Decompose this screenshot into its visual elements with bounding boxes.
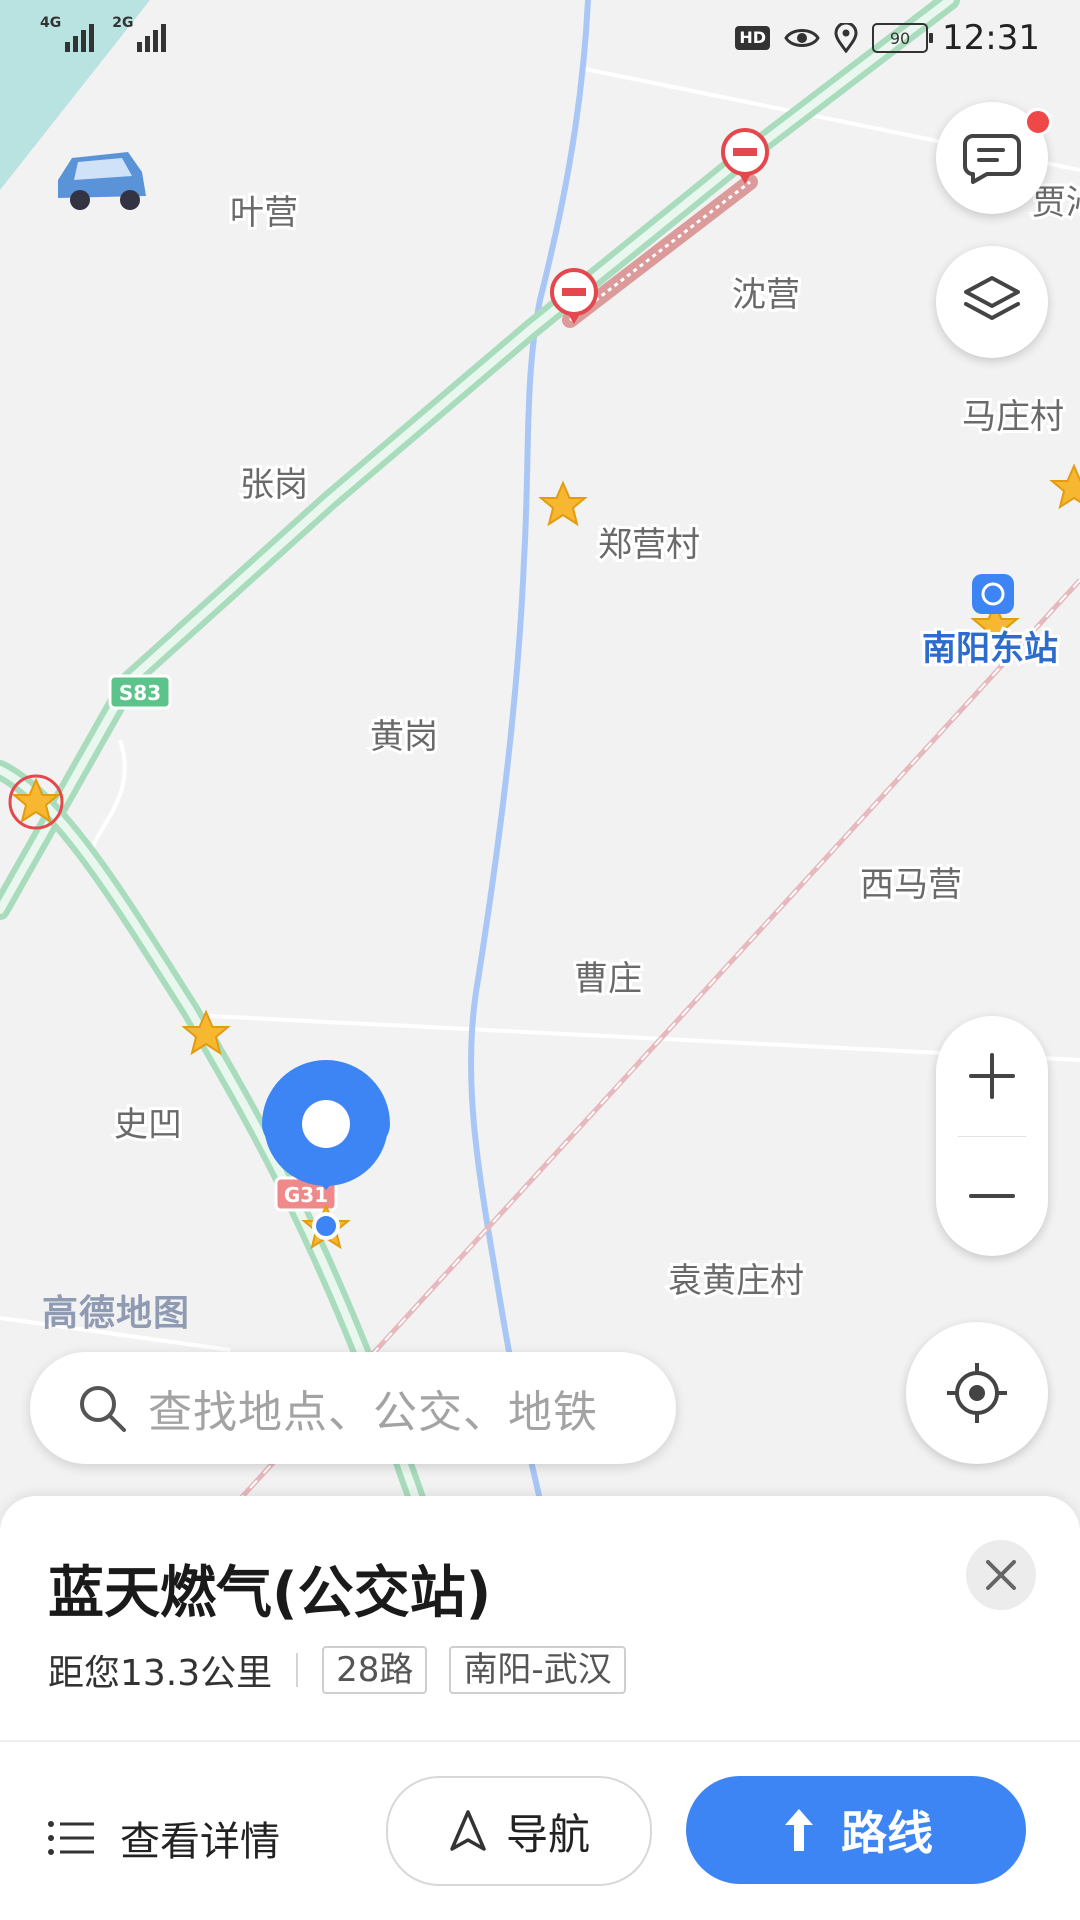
place-label: 袁黄庄村 bbox=[668, 1261, 804, 1301]
hd-icon: HD bbox=[735, 26, 771, 50]
signal-bars-icon bbox=[65, 24, 95, 52]
search-icon bbox=[80, 1386, 126, 1432]
list-icon bbox=[48, 1821, 94, 1855]
navigate-label: 导航 bbox=[505, 1809, 590, 1859]
place-label: 叶营 bbox=[230, 193, 298, 233]
route-arrow-icon bbox=[785, 1809, 813, 1851]
location-status-icon bbox=[834, 23, 858, 53]
place-label: 史凹 bbox=[114, 1105, 182, 1145]
station-label[interactable]: 南阳东站 bbox=[919, 626, 1061, 672]
route-button[interactable]: 路线 bbox=[686, 1776, 1026, 1884]
signal-2g: 2G bbox=[112, 15, 167, 52]
place-label: 沈营 bbox=[732, 275, 800, 315]
place-label: 西马营 bbox=[860, 865, 962, 905]
signal-bars-icon bbox=[137, 24, 167, 52]
network-type-label: 2G bbox=[112, 15, 134, 31]
plus-icon bbox=[969, 1053, 1015, 1099]
place-label: 贾沁 bbox=[1032, 183, 1080, 223]
search-bar[interactable]: 查找地点、公交、地铁 bbox=[30, 1352, 676, 1464]
poi-title: 蓝天燃气(公交站) bbox=[48, 1561, 492, 1626]
message-icon bbox=[963, 134, 1021, 184]
zoom-in-button[interactable] bbox=[936, 1016, 1048, 1136]
poi-distance: 距您13.3公里 bbox=[48, 1653, 273, 1694]
view-details-button[interactable]: 查看详情 bbox=[48, 1796, 280, 1880]
navigate-button[interactable]: 导航 bbox=[386, 1776, 652, 1886]
bus-line-tag[interactable]: 28路 bbox=[322, 1646, 428, 1694]
svg-text:S83: S83 bbox=[119, 681, 161, 705]
divider bbox=[296, 1653, 299, 1687]
feedback-button[interactable] bbox=[936, 102, 1052, 214]
map-layers-button[interactable] bbox=[936, 246, 1048, 358]
network-type-label: 4G bbox=[40, 15, 62, 31]
place-label: 曹庄 bbox=[574, 959, 642, 999]
minus-icon bbox=[969, 1194, 1015, 1198]
zoom-control bbox=[936, 1016, 1048, 1256]
close-button[interactable] bbox=[966, 1540, 1036, 1610]
close-icon bbox=[986, 1560, 1016, 1590]
train-station-icon[interactable] bbox=[972, 574, 1014, 614]
place-label: 马庄村 bbox=[962, 397, 1064, 437]
zoom-divider bbox=[958, 1136, 1026, 1137]
svg-text:G31: G31 bbox=[284, 1183, 328, 1207]
layers-icon bbox=[964, 276, 1020, 320]
crosshair-icon bbox=[947, 1363, 1007, 1423]
view-details-label: 查看详情 bbox=[120, 1819, 280, 1865]
search-placeholder: 查找地点、公交、地铁 bbox=[148, 1387, 598, 1438]
navigation-arrow-icon bbox=[450, 1810, 486, 1851]
bus-line-tag[interactable]: 南阳-武汉 bbox=[449, 1646, 626, 1694]
map-watermark: 高德地图 bbox=[42, 1293, 191, 1334]
route-label: 路线 bbox=[841, 1806, 933, 1860]
battery-level: 90 bbox=[889, 28, 911, 48]
place-label: 郑营村 bbox=[598, 525, 700, 565]
panel-divider bbox=[0, 1740, 1080, 1742]
signal-4g: 4G bbox=[40, 15, 95, 52]
poi-detail-panel: 蓝天燃气(公交站) 距您13.3公里 28路 南阳-武汉 查看详情 导航 路线 bbox=[0, 1496, 1080, 1920]
clock: 12:31 bbox=[942, 18, 1040, 58]
poi-info-row: 距您13.3公里 28路 南阳-武汉 bbox=[48, 1644, 648, 1696]
place-label: 黄岗 bbox=[370, 717, 438, 757]
battery-icon: 90 bbox=[872, 23, 934, 53]
status-bar: 4G 2G HD 90 12:31 bbox=[0, 0, 1080, 72]
notification-dot bbox=[1024, 108, 1052, 136]
zoom-out-button[interactable] bbox=[936, 1136, 1048, 1256]
road-shield-s83: S83 bbox=[108, 674, 172, 710]
place-label: 张岗 bbox=[240, 465, 308, 505]
eye-icon bbox=[784, 29, 820, 47]
locate-me-button[interactable] bbox=[906, 1322, 1048, 1464]
